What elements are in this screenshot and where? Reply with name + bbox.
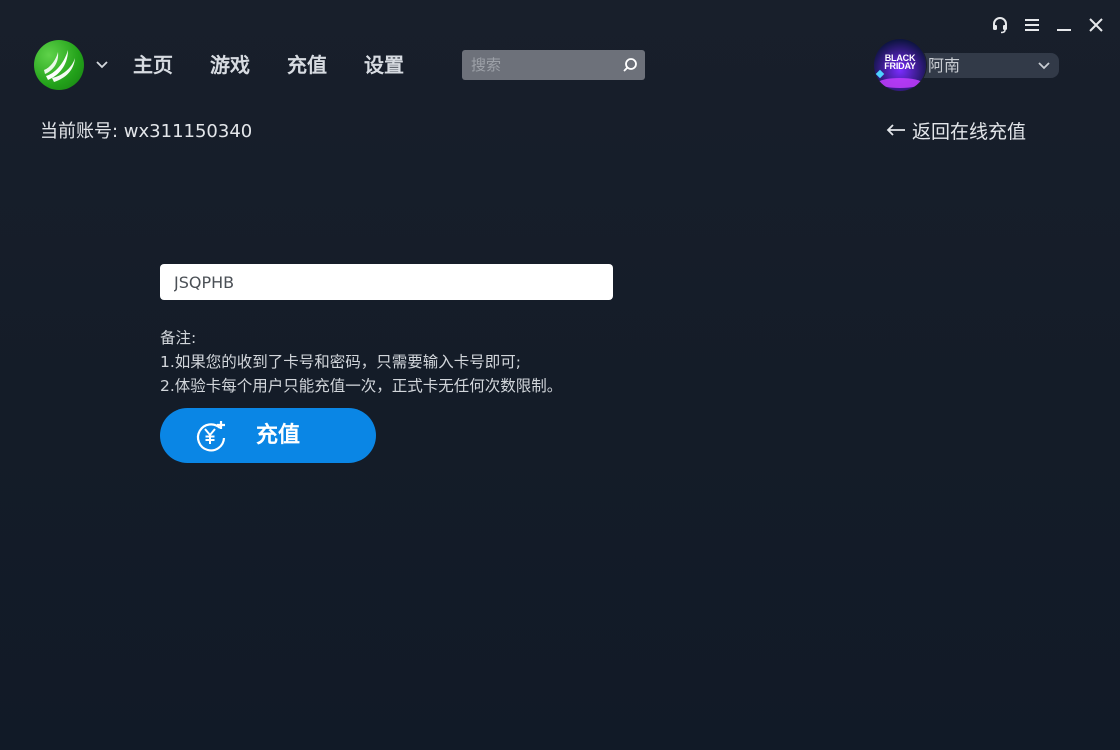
diamond-icon [875,69,885,79]
chevron-down-icon[interactable] [94,57,110,73]
back-to-online-recharge-link[interactable]: 返回在线充值 [886,118,1026,146]
arrow-left-icon [886,124,905,136]
search-input[interactable] [462,50,611,80]
main-nav: 主页 游戏 充值 设置 [133,50,404,80]
minimize-icon[interactable] [1054,14,1074,36]
card-number-input[interactable] [160,263,596,301]
badge-line-2: FRIDAY [884,61,916,71]
black-friday-badge[interactable]: BLACK FRIDAY [874,39,926,91]
recharge-button[interactable]: 充值 [160,408,376,463]
nav-item-home[interactable]: 主页 [133,50,173,80]
notes-line-1: 1.如果您的收到了卡号和密码，只需要输入卡号即可; [160,353,522,371]
nav-item-games[interactable]: 游戏 [210,50,250,80]
search-icon[interactable] [621,56,639,74]
notes: 备注: 1.如果您的收到了卡号和密码，只需要输入卡号即可; 2.体验卡每个用户只… [160,326,562,398]
app-logo[interactable] [34,40,84,90]
badge-glow [878,78,922,88]
card-number-field [160,263,613,301]
close-icon[interactable] [1086,14,1106,36]
window-controls [990,14,1106,36]
chevron-down-icon [1038,62,1050,70]
yuan-coin-icon [196,421,226,452]
notes-line-2: 2.体验卡每个用户只能充值一次，正式卡无任何次数限制。 [160,377,563,395]
menu-icon[interactable] [1022,14,1042,36]
region-label: 阿南 [928,56,961,75]
notes-title: 备注: [160,329,197,347]
region-selector: 阿南 BLACK FRIDAY [874,39,1059,91]
app-logo-area [34,40,110,90]
nav-item-recharge[interactable]: 充值 [287,50,327,80]
current-account: 当前账号: wx311150340 [40,121,253,142]
back-link-label: 返回在线充值 [912,121,1027,143]
search-box [462,50,645,80]
headset-icon[interactable] [990,14,1010,36]
nav-item-settings[interactable]: 设置 [364,50,404,80]
recharge-button-label: 充值 [256,423,301,448]
